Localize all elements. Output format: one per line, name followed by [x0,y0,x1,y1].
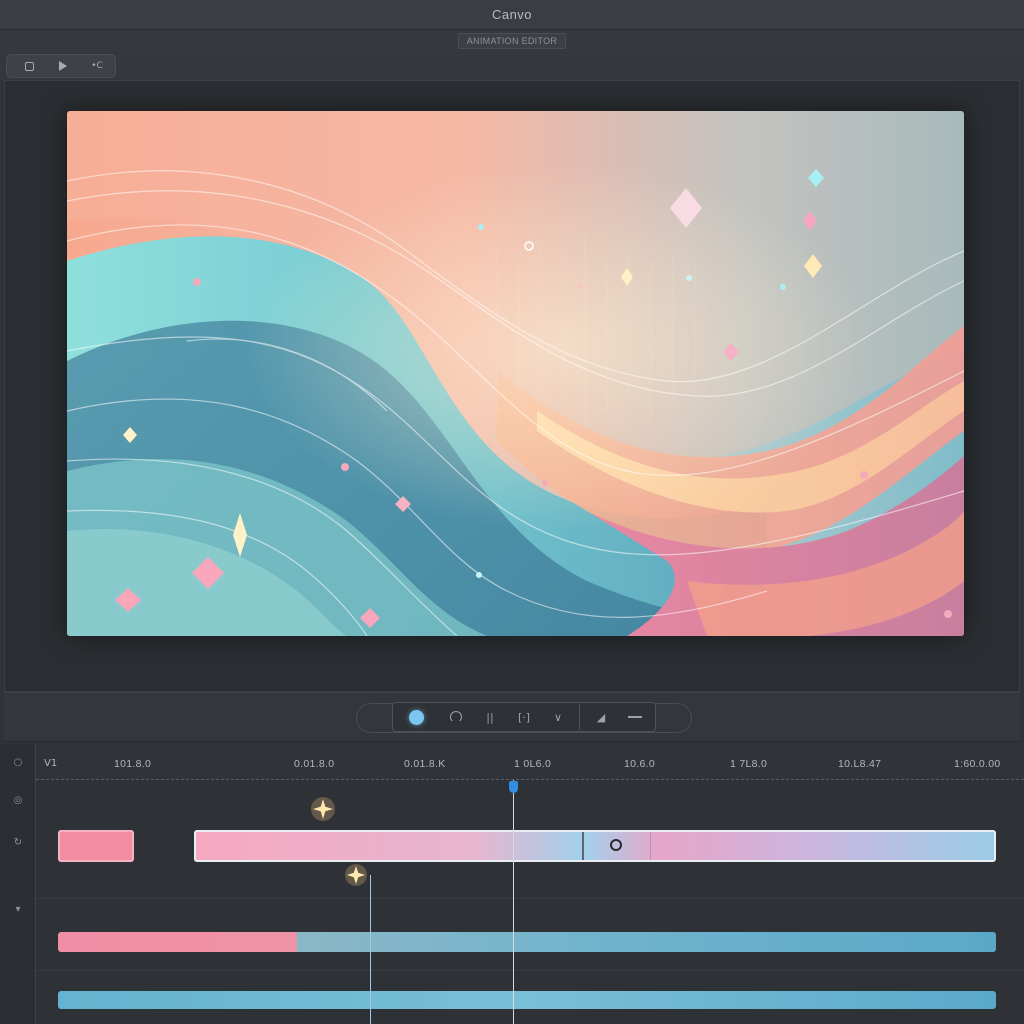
window-subtitle: ANIMATION EDITOR [457,33,567,49]
chevron-down-button[interactable]: ∨ [541,703,575,731]
transport-controls: || [·] ∨ ◢ [392,702,656,732]
playhead-handle[interactable] [509,781,518,793]
stop-button[interactable] [21,58,37,74]
playback-tool-group: •C [6,54,116,78]
keyframe-button[interactable]: ◢ [584,703,618,731]
timeline-ruler[interactable]: V1 101.8.0 0.01.8.0 0.01.8.K 1 0L6.0 10.… [36,754,1024,780]
subtitle-bar: ANIMATION EDITOR [0,30,1024,52]
ruler-label: 1 0L6.0 [514,758,552,770]
loop-button[interactable] [439,703,473,731]
clip-keyframe-marker[interactable] [610,839,622,851]
clip-split-line [582,832,584,860]
sparkle-icon [345,864,367,886]
pause-button[interactable]: || [473,703,507,731]
loop-icon [450,711,462,723]
ruler-start-label: V1 [44,758,58,769]
ruler-label: 10.L8.47 [838,758,882,770]
ruler-label: 101.8.0 [114,758,152,770]
ruler-label: 10.6.0 [624,758,655,770]
play-icon [59,61,67,71]
window-title: Canvo [491,7,533,22]
clip-pink-short[interactable] [58,830,134,862]
ruler-label: 1:60.0.00 [954,758,1001,770]
minus-button[interactable] [618,703,652,731]
play-button[interactable] [55,58,71,74]
track-collapse-icon[interactable]: ▾ [0,899,36,919]
minus-icon [628,716,642,718]
clip-split-line [650,832,651,860]
track-target-icon[interactable]: ◎ [0,790,36,810]
canvas-artwork [67,111,964,636]
ruler-label: 1 7L8.0 [730,758,768,770]
track-headers: ○ ◎ ↻ ▾ [0,744,36,1024]
lane-divider [36,970,1024,971]
ruler-label: 0.01.8.0 [294,758,335,770]
ruler-label: 0.01.8.K [404,758,446,770]
stop-icon [24,61,34,71]
playhead-line[interactable] [513,780,514,1024]
toolbar: •C [0,52,1024,80]
clip-gradient-long[interactable] [194,830,996,862]
preview-viewer [4,80,1020,692]
clip-track-3[interactable] [58,991,996,1009]
more-button[interactable]: •C [89,58,105,74]
frame-button[interactable]: [·] [507,703,541,731]
preview-canvas[interactable] [67,111,964,636]
track-loop-icon[interactable]: ↻ [0,832,36,852]
clip-track-2[interactable] [58,932,996,952]
title-bar: Canvo [0,0,1024,30]
transport-panel: || [·] ∨ ◢ [4,692,1020,742]
track-visibility-icon[interactable]: ○ [0,752,36,772]
tracks-area [36,780,1024,1024]
lane-divider [36,898,1024,899]
sparkle-icon [311,797,335,821]
record-icon [408,709,424,725]
transport-divider [579,704,580,730]
secondary-playhead[interactable] [370,875,371,1024]
record-button[interactable] [393,703,439,731]
